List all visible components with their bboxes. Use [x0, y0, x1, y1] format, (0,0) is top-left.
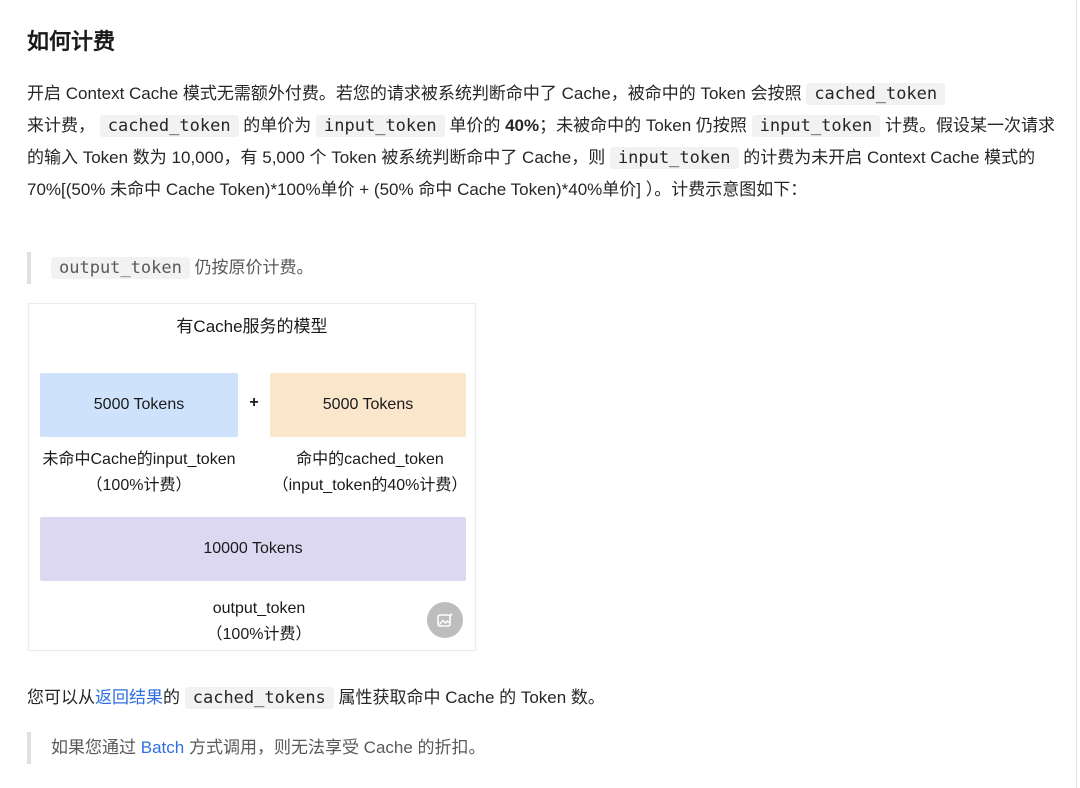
- inline-code-input-token: input_token: [751, 115, 881, 137]
- caption-line: （input_token的40%计费）: [272, 477, 468, 494]
- inline-code-output-token: output_token: [51, 257, 190, 279]
- caption-line: 命中的cached_token: [296, 451, 444, 468]
- cached-tokens-box: 5000 Tokens: [270, 373, 466, 437]
- quote-text: 仍按原价计费。: [194, 258, 314, 277]
- cached-caption: 命中的cached_token （input_token的40%计费）: [265, 447, 475, 499]
- caption-line: （100%计费）: [86, 477, 192, 494]
- para-text: 的单价为: [243, 116, 312, 135]
- output-caption: output_token （100%计费）: [149, 596, 369, 648]
- para-text: 来计费，: [27, 116, 95, 135]
- cached-tokens-note: 您可以从返回结果的 cached_tokens 属性获取命中 Cache 的 T…: [27, 682, 605, 714]
- para-text: 开启 Context Cache 模式无需额外付费。若您的请求被系统判断命中了 …: [27, 84, 802, 103]
- para-text: 单价的: [449, 116, 501, 135]
- caption-line: 未命中Cache的input_token: [42, 451, 236, 468]
- diagram-title: 有Cache服务的模型: [176, 317, 328, 336]
- note-text: 您可以从: [27, 688, 95, 707]
- section-heading: 如何计费: [27, 29, 116, 54]
- billing-diagram: 有Cache服务的模型 5000 Tokens + 5000 Tokens 未命…: [28, 303, 476, 651]
- uncached-caption: 未命中Cache的input_token （100%计费）: [29, 447, 249, 499]
- billing-paragraph: 开启 Context Cache 模式无需额外付费。若您的请求被系统判断命中了 …: [27, 78, 1055, 205]
- inline-code-cached-token: cached_token: [99, 115, 239, 137]
- note-text: 属性获取命中 Cache 的 Token 数。: [338, 688, 605, 707]
- uncached-tokens-box: 5000 Tokens: [40, 373, 238, 437]
- caption-line: output_token: [212, 600, 306, 617]
- caption-line: （100%计费）: [206, 626, 312, 643]
- blockquote-output-token: output_token 仍按原价计费。: [27, 252, 314, 284]
- image-action-button[interactable]: [427, 602, 463, 638]
- inline-code-cached-tokens: cached_tokens: [184, 687, 334, 709]
- blockquote-batch: 如果您通过 Batch 方式调用，则无法享受 Cache 的折扣。: [27, 732, 486, 764]
- return-result-link[interactable]: 返回结果: [95, 688, 163, 707]
- quote-text: 方式调用，则无法享受 Cache 的折扣。: [188, 738, 486, 757]
- bold-percent: 40%: [505, 116, 540, 135]
- inline-code-cached-token: cached_token: [806, 83, 946, 105]
- output-tokens-box: 10000 Tokens: [40, 517, 466, 581]
- note-text: 的: [163, 688, 180, 707]
- para-text: ；未被命中的 Token 仍按照: [539, 116, 747, 135]
- scroll-divider: [1076, 0, 1077, 788]
- quote-text: 如果您通过: [51, 738, 136, 757]
- inline-code-input-token: input_token: [609, 147, 739, 169]
- inline-code-input-token: input_token: [316, 115, 445, 137]
- plus-sign: +: [249, 394, 259, 411]
- batch-link[interactable]: Batch: [141, 738, 184, 757]
- image-sparkle-icon: [437, 612, 454, 627]
